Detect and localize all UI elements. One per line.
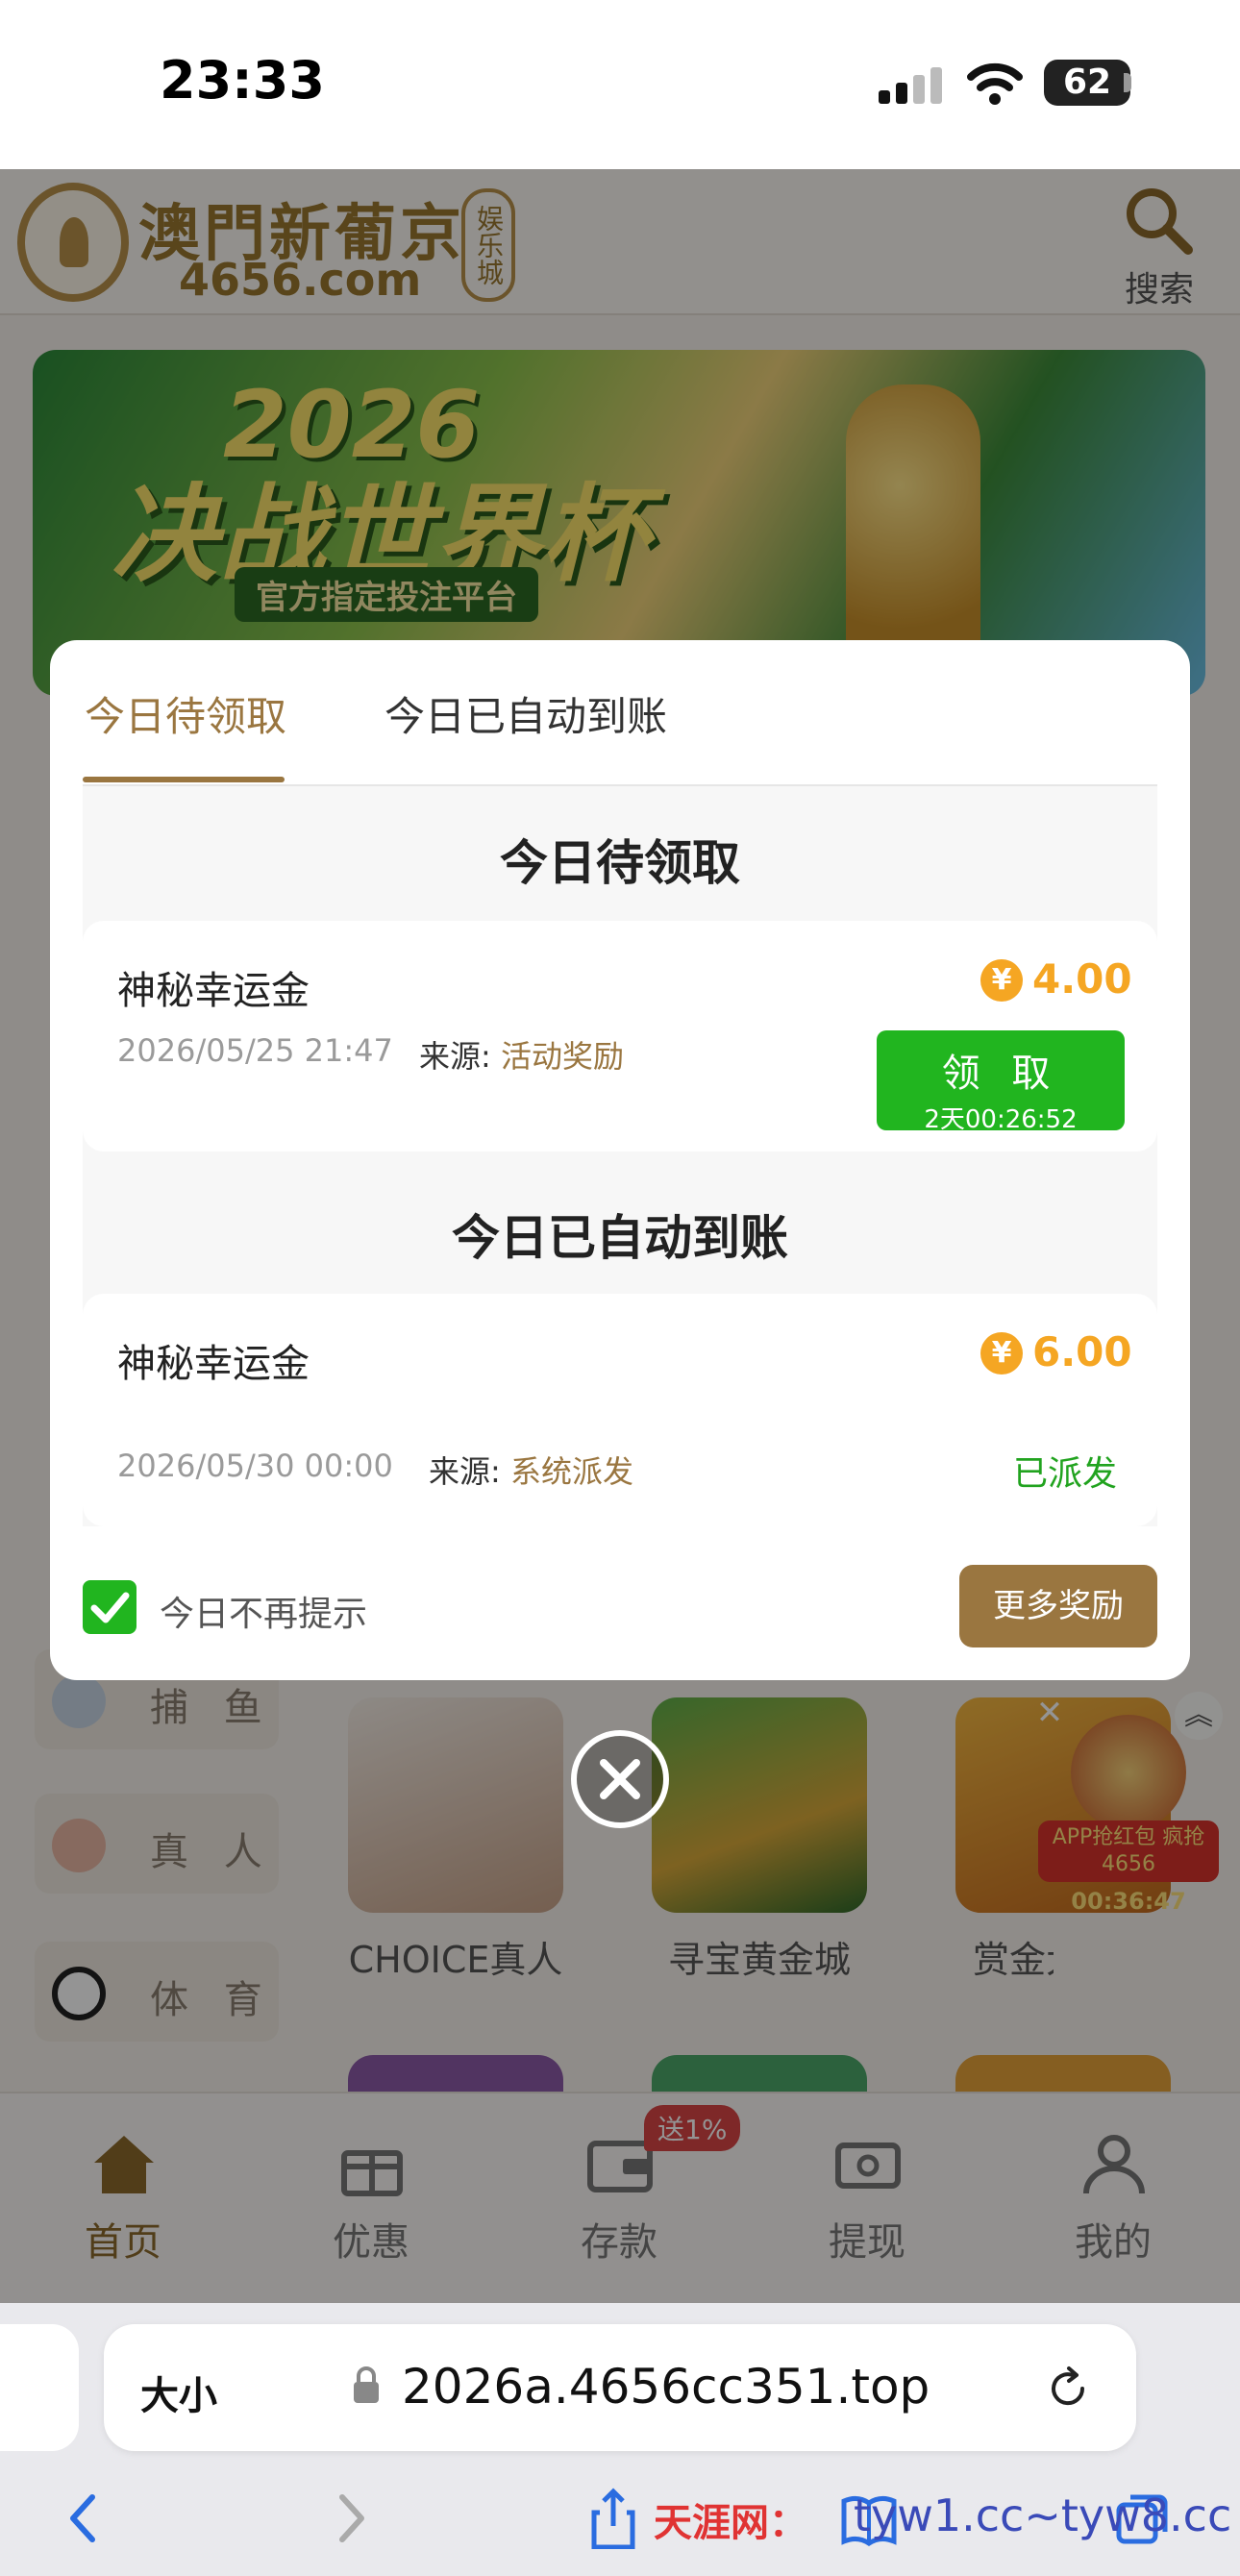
claim-label: 领 取 [941, 1052, 1060, 1096]
tab-auto-credited[interactable]: 今日已自动到账 [384, 684, 667, 743]
close-icon [600, 1759, 640, 1799]
lock-icon [354, 2366, 379, 2403]
auto-reward-card: 神秘幸运金 ¥ 6.00 2026/05/30 00:00 来源: 系统派发 [83, 1294, 1157, 1526]
source-value: 系统派发 [509, 1453, 633, 1490]
status-time: 23:33 [160, 50, 325, 111]
reward-modal: 今日待领取 今日已自动到账 今日待领取 神秘幸运金 ¥ 4.00 2026/05… [50, 640, 1190, 1680]
cellular-signal-icon [879, 67, 942, 104]
source-label: 来源: [419, 1038, 491, 1075]
reward-date: 2026/05/30 00:00 [117, 1448, 393, 1484]
more-rewards-button[interactable]: 更多奖励 [959, 1565, 1157, 1647]
back-icon[interactable] [56, 2488, 113, 2549]
dispatched-status: 已派发 [1013, 1454, 1118, 1494]
watermark-url: tyw1.cc~tyw8.cc [854, 2489, 1232, 2541]
claim-button[interactable]: 领 取 2天00:26:52 [877, 1030, 1125, 1134]
reward-source: 来源: 活动奖励 [419, 1032, 624, 1077]
text-size-button[interactable]: 大小 [140, 2365, 217, 2420]
watermark-text: 天涯网： [654, 2501, 807, 2545]
reward-source: 来源: 系统派发 [429, 1448, 633, 1492]
screen: 23:33 62 澳門新葡京 4656.com 娱乐城 搜索 2026 决战世界… [0, 0, 1240, 2576]
coin-icon: ¥ [980, 1332, 1023, 1375]
source-label: 来源: [429, 1453, 501, 1490]
claim-countdown: 2天00:26:52 [924, 1105, 1078, 1134]
pending-section-title: 今日待领取 [500, 835, 740, 891]
address-bar[interactable]: 大小 2026a.4656cc351.top [104, 2324, 1136, 2451]
reward-name: 神秘幸运金 [117, 969, 310, 1013]
tab-pending[interactable]: 今日待领取 [85, 684, 286, 743]
reload-icon[interactable] [1044, 2365, 1092, 2413]
url-text[interactable]: 2026a.4656cc351.top [402, 2359, 930, 2415]
checkmark-icon [90, 1592, 130, 1623]
reward-date: 2026/05/25 21:47 [117, 1032, 393, 1069]
battery-indicator: 62 [1044, 60, 1130, 106]
coin-icon: ¥ [980, 959, 1023, 1002]
status-bar: 23:33 62 [0, 0, 1240, 169]
auto-section-title: 今日已自动到账 [452, 1210, 788, 1266]
reward-amount: 4.00 [1032, 955, 1132, 1003]
reward-name: 神秘幸运金 [117, 1342, 310, 1386]
tab-divider [83, 784, 1157, 786]
active-tab-indicator [83, 777, 285, 782]
previous-tab-peek[interactable] [0, 2324, 79, 2451]
reward-amount: 6.00 [1032, 1328, 1132, 1375]
wifi-icon [967, 62, 1023, 105]
share-icon[interactable] [584, 2488, 642, 2549]
dont-remind-label[interactable]: 今日不再提示 [160, 1586, 367, 1636]
modal-close-button[interactable] [571, 1730, 669, 1828]
forward-icon[interactable] [321, 2488, 379, 2549]
dont-remind-checkbox[interactable] [83, 1580, 136, 1634]
battery-cap [1124, 73, 1131, 92]
source-value: 活动奖励 [500, 1038, 624, 1075]
